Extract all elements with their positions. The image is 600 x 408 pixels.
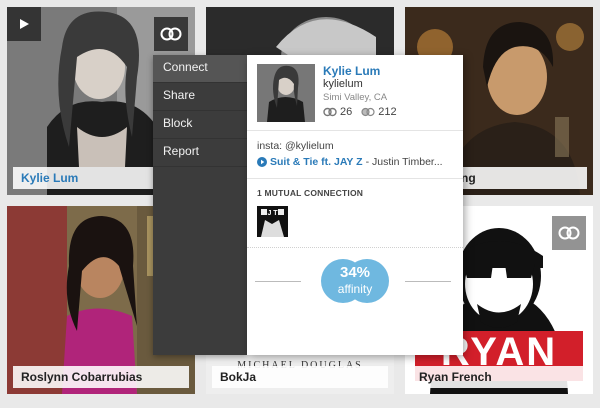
stat-followers-count: 212 — [378, 106, 397, 118]
connect-rings-icon — [558, 226, 580, 240]
profile-hover-card: Kylie Lum kylielum Simi Valley, CA 26 21… — [247, 55, 463, 355]
divider — [247, 178, 463, 179]
tile-name-label[interactable]: Ryan French — [411, 366, 587, 388]
profile-location: Simi Valley, CA — [323, 92, 388, 103]
play-circle-icon — [257, 157, 267, 167]
profile-context-menu: Connect Share Block Report — [153, 55, 247, 355]
tile-name-label[interactable]: Roslynn Cobarrubias — [13, 366, 189, 388]
mutual-connections-heading: 1 MUTUAL CONNECTION — [257, 188, 364, 198]
profile-name-link[interactable]: Kylie Lum — [323, 64, 380, 78]
profile-username: kylielum — [323, 78, 363, 90]
profile-stats: 26 212 — [323, 106, 397, 118]
menu-item-connect[interactable]: Connect — [153, 55, 247, 83]
connect-toggle-button[interactable] — [154, 17, 188, 51]
menu-item-block[interactable]: Block — [153, 111, 247, 139]
divider — [247, 247, 463, 248]
stat-connections-count: 26 — [340, 106, 353, 118]
affinity-value: 34% — [339, 264, 371, 281]
affinity-line-left — [255, 281, 301, 282]
menu-item-report[interactable]: Report — [153, 139, 247, 167]
mutual-connection-avatar[interactable]: J T — [257, 206, 288, 237]
play-button[interactable] — [7, 7, 41, 41]
song-artist: - Justin Timber... — [365, 156, 443, 168]
affinity-label: affinity — [337, 282, 373, 296]
tile-name-label[interactable]: BokJa — [212, 366, 388, 388]
followers-icon — [361, 107, 375, 117]
avatar[interactable] — [257, 64, 315, 122]
connect-toggle-button[interactable] — [552, 216, 586, 250]
affinity-badge: 34% affinity — [310, 259, 400, 303]
menu-item-share[interactable]: Share — [153, 83, 247, 111]
mutual-avatar-letters: J T — [267, 210, 278, 217]
play-icon — [20, 19, 29, 29]
song-title-link[interactable]: Suit & Tie ft. JAY Z — [270, 156, 363, 168]
connections-icon — [323, 107, 337, 117]
profile-bio: insta: @kylielum — [257, 140, 334, 152]
divider — [247, 130, 463, 131]
connect-rings-icon — [160, 27, 182, 41]
now-playing-song[interactable]: Suit & Tie ft. JAY Z - Justin Timber... — [257, 156, 455, 168]
affinity-line-right — [405, 281, 451, 282]
